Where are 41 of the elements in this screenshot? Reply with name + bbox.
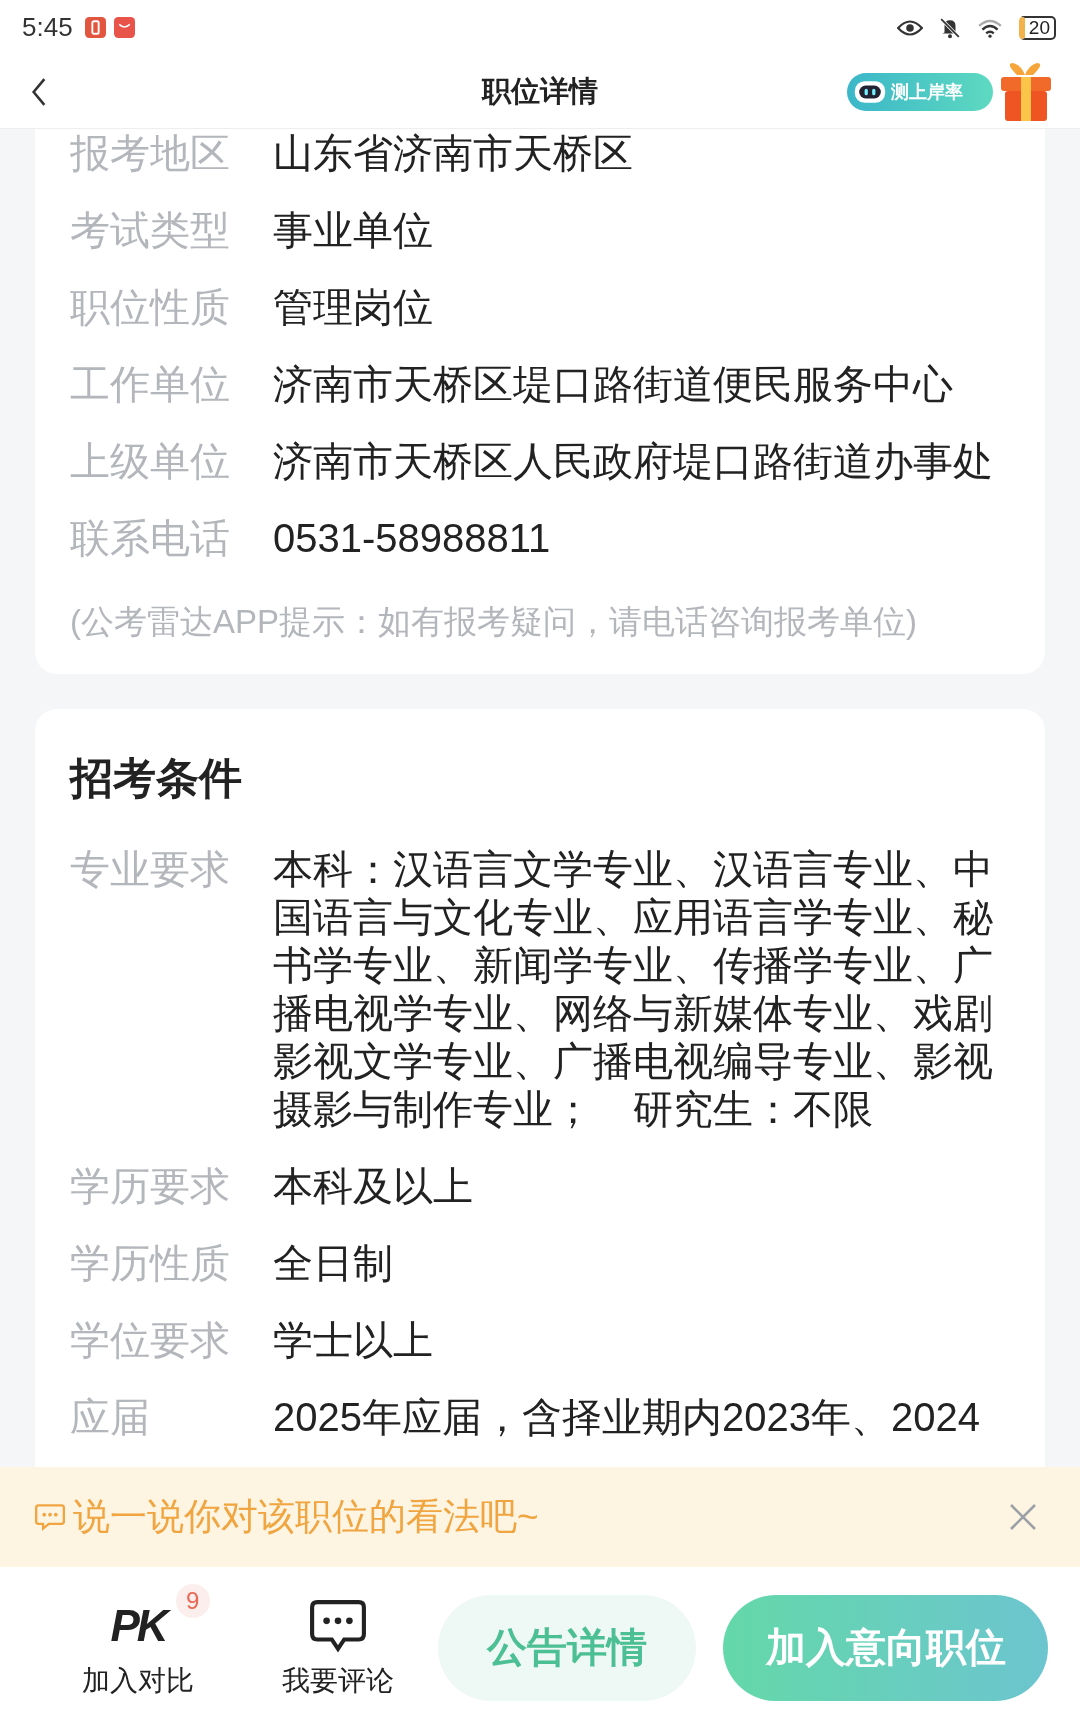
comment-banner[interactable]: 说一说你对该职位的看法吧~ (0, 1467, 1080, 1567)
field-label: 工作单位 (70, 361, 231, 408)
field-value: 事业单位 (273, 207, 434, 254)
field-label: 职位性质 (70, 284, 231, 331)
section-title: 招考条件 (70, 753, 243, 804)
field-value: 本科：汉语言文学专业、汉语言专业、中国语言与文化专业、应用语言学专业、秘书学专业、新闻学专业、传播学专业、广播电视学专业、网络与新媒体专业、戏剧影视文学专业、广播电视编导专业、影视摄影与制作专业； 研究生：不限 (273, 846, 994, 1133)
action-label[interactable]: 我要评论 (282, 1661, 394, 1700)
field-value: 0531-58988811 (273, 515, 552, 562)
field-label: 应届 (70, 1394, 151, 1441)
field-label: 学位要求 (70, 1317, 231, 1364)
robot-icon (853, 78, 887, 105)
app-icon (113, 17, 135, 38)
field-label: 考试类型 (70, 207, 231, 254)
field-label: 专业要求 (70, 846, 231, 893)
field-value: 全日制 (273, 1240, 394, 1287)
field-value: 济南市天桥区人民政府堤口路街道办事处 (273, 438, 994, 485)
tip-text: (公考雷达APP提示：如有报考疑问，请电话咨询报考单位) (70, 602, 918, 642)
status-time: 5:45 (22, 12, 73, 43)
action-label[interactable]: 加入对比 (82, 1661, 194, 1700)
field-value: 山东省济南市天桥区 (273, 130, 634, 177)
field-value: 管理岗位 (273, 284, 434, 331)
comment-prompt: 说一说你对该职位的看法吧~ (73, 1495, 539, 1539)
field-label: 报考地区 (70, 130, 231, 177)
back-icon[interactable] (30, 76, 48, 107)
field-label: 上级单位 (70, 438, 231, 485)
field-value: 学士以上 (273, 1317, 434, 1364)
comment-icon (35, 1503, 65, 1531)
field-label: 联系电话 (70, 515, 231, 562)
field-value: 济南市天桥区堤口路街道便民服务中心 (273, 361, 954, 408)
comment-icon[interactable] (309, 1598, 367, 1653)
notice-button[interactable]: 公告详情 (438, 1594, 696, 1701)
rate-button[interactable]: 测上岸率 (847, 72, 993, 111)
field-label: 学历要求 (70, 1163, 231, 1210)
field-value: 本科及以上 (273, 1163, 474, 1210)
page-title: 职位详情 (480, 73, 599, 109)
add-position-button[interactable]: 加入意向职位 (723, 1594, 1048, 1701)
field-label: 学历性质 (70, 1240, 231, 1287)
count-badge: 9 (175, 1583, 210, 1618)
app-icon (84, 17, 106, 38)
field-value: 2025年应届，含择业期内2023年、2024 (273, 1394, 981, 1441)
battery-indicator: 20 (1018, 15, 1056, 40)
